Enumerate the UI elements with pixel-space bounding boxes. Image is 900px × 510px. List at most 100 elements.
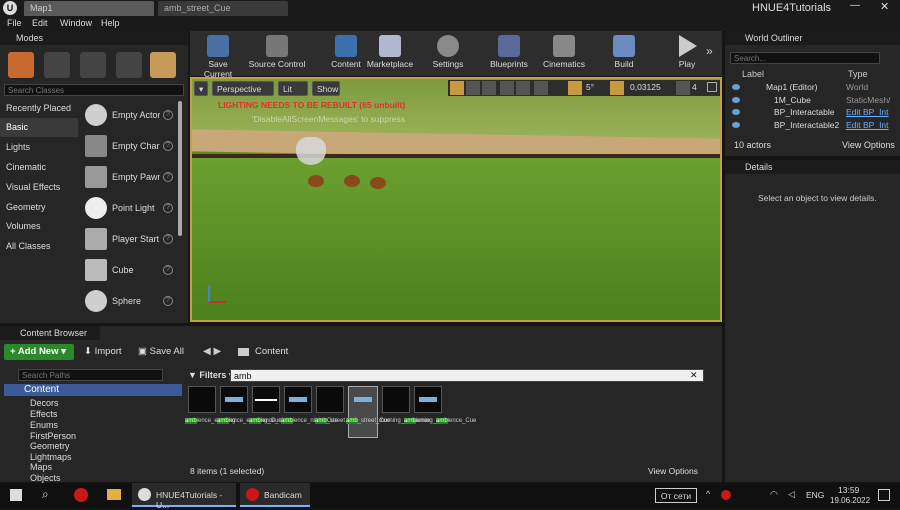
clock-date[interactable]: 19.06.2022: [830, 496, 870, 505]
translate-tool-icon[interactable]: [450, 81, 464, 95]
asset-thumbnail[interactable]: [284, 386, 312, 413]
toolbar-overflow-icon[interactable]: »: [706, 44, 713, 58]
outliner-col-label[interactable]: Label: [742, 69, 764, 79]
category-lights[interactable]: Lights: [0, 138, 78, 157]
tab-amb-street-cue[interactable]: amb_street_Cue: [158, 1, 288, 16]
mode-place-icon[interactable]: [8, 52, 34, 78]
category-visual-effects[interactable]: Visual Effects: [0, 178, 78, 197]
mode-foliage-icon[interactable]: [116, 52, 142, 78]
asset-thumbnail[interactable]: [382, 386, 410, 413]
asset-thumbnail-selected[interactable]: [348, 386, 378, 438]
rotation-snap-icon[interactable]: [568, 81, 582, 95]
language-indicator[interactable]: ENG: [806, 490, 824, 500]
wifi-icon[interactable]: ◠: [770, 489, 778, 500]
surface-snap-icon[interactable]: [516, 81, 530, 95]
category-geometry[interactable]: Geometry: [0, 198, 78, 217]
add-new-button[interactable]: + Add New ▾: [4, 344, 74, 360]
mode-geometry-icon[interactable]: [150, 52, 176, 78]
import-button[interactable]: ⬇ Import: [84, 346, 122, 357]
place-cube[interactable]: Cube?: [82, 256, 178, 286]
asset-thumbnail[interactable]: [316, 386, 344, 413]
tree-item-content[interactable]: Content: [4, 384, 182, 396]
search-icon[interactable]: ⌕: [42, 487, 49, 502]
tree-item-maps[interactable]: Maps: [30, 462, 52, 472]
category-cinematic[interactable]: Cinematic: [0, 158, 78, 177]
marketplace-button[interactable]: Marketplace: [366, 32, 414, 74]
path-content[interactable]: Content: [255, 346, 288, 357]
category-recently-placed[interactable]: Recently Placed: [0, 99, 78, 118]
tree-item-effects[interactable]: Effects: [30, 409, 57, 419]
asset-thumbnail[interactable]: [220, 386, 248, 413]
outliner-search-input[interactable]: Search...: [730, 52, 880, 64]
mode-landscape-icon[interactable]: [80, 52, 106, 78]
record-app-icon[interactable]: [74, 488, 88, 502]
place-point-light[interactable]: Point Light?: [82, 194, 178, 224]
taskbar-bandicam[interactable]: Bandicam: [240, 483, 310, 507]
cinematics-button[interactable]: Cinematics: [542, 32, 586, 74]
menu-file[interactable]: File: [7, 18, 22, 28]
record-tray-icon[interactable]: [721, 490, 731, 500]
blueprints-button[interactable]: Blueprints: [488, 32, 530, 74]
build-button[interactable]: Build: [608, 32, 640, 74]
minimize-button[interactable]: —: [850, 0, 860, 11]
lit-button[interactable]: Lit: [278, 81, 308, 96]
place-player-start[interactable]: Player Start?: [82, 225, 178, 255]
outliner-col-type[interactable]: Type: [848, 69, 868, 79]
show-button[interactable]: Show: [312, 81, 340, 96]
content-view-options-button[interactable]: View Options: [648, 466, 698, 476]
viewport-options-button[interactable]: ▾: [194, 81, 208, 96]
volume-icon[interactable]: ◁: [788, 489, 795, 500]
network-status[interactable]: От сети: [655, 488, 697, 503]
tree-item-decors[interactable]: Decors: [30, 398, 59, 408]
menu-window[interactable]: Window: [60, 18, 92, 28]
maximize-viewport-icon[interactable]: [707, 82, 717, 92]
eye-icon[interactable]: [732, 122, 740, 128]
outliner-row[interactable]: BP_Interactable Edit BP_Int: [728, 107, 892, 119]
place-empty-pawn[interactable]: Empty Pawn?: [82, 163, 178, 193]
tree-item-objects[interactable]: Objects: [30, 473, 61, 483]
history-back-icon[interactable]: ◀ ▶: [203, 346, 221, 357]
notifications-icon[interactable]: [878, 489, 890, 501]
tree-item-enums[interactable]: Enums: [30, 420, 58, 430]
eye-icon[interactable]: [732, 84, 740, 90]
menu-edit[interactable]: Edit: [32, 18, 48, 28]
outliner-view-options-button[interactable]: View Options: [842, 140, 895, 150]
taskbar-unreal[interactable]: HNUE4Tutorials - U...: [132, 483, 236, 510]
asset-thumbnail[interactable]: [252, 386, 280, 413]
windows-start-icon[interactable]: [10, 489, 22, 501]
chevron-up-icon[interactable]: ^: [706, 489, 710, 499]
clock-time[interactable]: 13:59: [838, 485, 859, 495]
category-basic[interactable]: Basic: [0, 118, 78, 137]
asset-thumbnail[interactable]: [188, 386, 216, 413]
scale-snap-value[interactable]: 0,03125: [630, 82, 661, 92]
scale-tool-icon[interactable]: [482, 81, 496, 95]
modes-scrollbar[interactable]: [178, 101, 182, 236]
filters-button[interactable]: ▼ Filters ▾: [188, 370, 233, 381]
save-current-button[interactable]: Save Current: [194, 32, 242, 79]
world-local-icon[interactable]: [500, 81, 514, 95]
file-explorer-icon[interactable]: [107, 489, 121, 500]
source-control-button[interactable]: Source Control: [248, 32, 306, 74]
search-paths-input[interactable]: Search Paths: [18, 369, 163, 381]
save-all-button[interactable]: ▣ Save All: [138, 346, 184, 357]
close-button[interactable]: ✕: [880, 0, 889, 13]
outliner-row[interactable]: Map1 (Editor) World: [728, 82, 892, 94]
tab-map1[interactable]: Map1: [24, 1, 154, 16]
eye-icon[interactable]: [732, 97, 740, 103]
place-empty-actor[interactable]: Empty Actor?: [82, 101, 178, 131]
outliner-row[interactable]: 1M_Cube StaticMesh/: [728, 95, 892, 107]
player-start-gizmo-icon[interactable]: [296, 137, 326, 165]
eye-icon[interactable]: [732, 109, 740, 115]
tree-item-lightmaps[interactable]: Lightmaps: [30, 452, 72, 462]
menu-help[interactable]: Help: [101, 18, 120, 28]
category-all-classes[interactable]: All Classes: [0, 237, 78, 256]
content-button[interactable]: Content: [326, 32, 366, 74]
mode-paint-icon[interactable]: [44, 52, 70, 78]
scale-snap-icon[interactable]: [610, 81, 624, 95]
outliner-row[interactable]: BP_Interactable2 Edit BP_Int: [728, 120, 892, 132]
snap-angle[interactable]: 5°: [586, 82, 594, 92]
grid-snap-icon[interactable]: [534, 81, 548, 95]
search-classes-input[interactable]: Search Classes: [4, 84, 184, 96]
asset-search-input[interactable]: amb: [230, 369, 704, 382]
place-sphere[interactable]: Sphere?: [82, 287, 178, 317]
